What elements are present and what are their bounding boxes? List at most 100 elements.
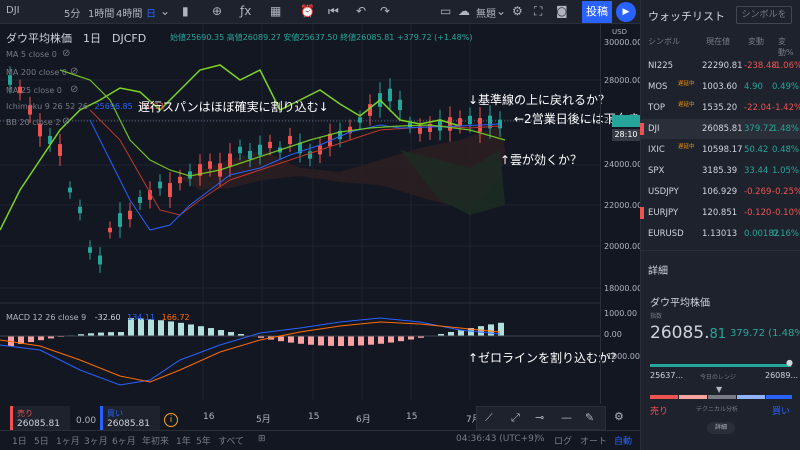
price-chart[interactable] — [0, 24, 640, 404]
flag-marker — [640, 123, 644, 135]
candle-body — [158, 181, 162, 189]
eye-hidden-icon[interactable]: ⊘ — [62, 48, 70, 59]
annotation-lagging-span: 遅行スパンはほぼ確実に割り込む↓ — [138, 100, 329, 114]
replay-icon[interactable]: ⏮ — [328, 4, 339, 19]
macd-legend: MACD 12 26 close 9 -32.60 134.11 166.72 — [6, 313, 190, 322]
fullscreen-icon[interactable]: ⛶ — [534, 4, 542, 19]
candle-style-icon[interactable]: ▮ — [182, 4, 189, 18]
axis-settings-icon[interactable]: ⚙ — [614, 410, 624, 423]
percent-toggle[interactable]: % — [536, 434, 545, 444]
candle-body — [58, 144, 62, 156]
tech-buy-label: 買い — [772, 407, 791, 417]
range-all[interactable]: すべて — [218, 434, 244, 447]
range-5d[interactable]: 5日 — [34, 434, 49, 447]
range-1y[interactable]: 1年 — [176, 434, 191, 447]
pen-icon[interactable]: ✎ — [585, 411, 594, 424]
auto-scale-toggle[interactable]: 自動 — [614, 434, 632, 447]
macd-label: MACD 12 26 close 9 — [6, 313, 87, 322]
col-change[interactable]: 変動 — [748, 36, 764, 47]
indicators-icon[interactable]: ƒx — [240, 4, 251, 18]
range-5y[interactable]: 5年 — [196, 434, 211, 447]
layout-icon[interactable]: ▭ — [440, 4, 451, 18]
watchlist-change: 4.90 — [744, 82, 763, 92]
indicator-ma5[interactable]: MA 5 close 0 — [6, 50, 57, 59]
tech-analysis-label[interactable]: テクニカル分析 — [696, 404, 738, 413]
interval-4h[interactable]: 4時間 — [116, 5, 142, 20]
col-change-pct[interactable]: 変動% — [778, 36, 800, 58]
y-tick: 24000.00 — [604, 160, 643, 169]
buy-button[interactable]: 買い 26085.81 — [100, 406, 160, 432]
macd-histogram-bar — [278, 336, 284, 342]
macd-histogram-bar — [368, 336, 374, 345]
watchlist-row[interactable]: MOS 1003.60 4.90 0.49% 遅延中 — [640, 77, 800, 97]
range-1m[interactable]: 1ヶ月 — [56, 434, 80, 447]
range-6m[interactable]: 6ヶ月 — [112, 434, 136, 447]
ray-icon[interactable]: ⤢ — [511, 411, 520, 425]
indicator-ma25[interactable]: MA 25 close 0 — [6, 86, 62, 95]
watchlist-row[interactable]: EURJPY 120.851 -0.120 -0.10% — [640, 203, 800, 223]
undo-icon[interactable]: ↶ — [356, 4, 366, 18]
chevron-down-icon[interactable]: ⌄ — [496, 4, 506, 18]
watchlist-symbol: TOP — [648, 103, 666, 113]
alert-icon[interactable]: ⏰ — [300, 4, 315, 18]
macd-tick: 0.00 — [604, 330, 622, 339]
log-toggle[interactable]: ログ — [554, 434, 572, 447]
watchlist-row[interactable]: IXIC 10598.17 50.42 0.48% 遅延中 — [640, 140, 800, 160]
template-icon[interactable]: ▦ — [270, 4, 281, 18]
settings-gear-icon[interactable]: ⚙ — [512, 4, 523, 18]
macd-histogram-bar — [478, 326, 484, 336]
range-ytd[interactable]: 年初来 — [142, 434, 169, 447]
watchlist-row[interactable]: NI225 22290.81 -238.48 -1.06% — [640, 56, 800, 76]
interval-1h[interactable]: 1時間 — [88, 5, 114, 20]
candle-body — [268, 141, 272, 149]
detail-type: 指数 — [650, 313, 663, 320]
post-button[interactable]: 投稿 — [582, 1, 612, 23]
interval-5m[interactable]: 5分 — [64, 5, 80, 20]
indicator-bb[interactable]: BB 20 close 2 — [6, 118, 60, 127]
layout-name[interactable]: 無題 — [476, 5, 496, 20]
horizontal-line-icon[interactable]: — — [561, 411, 572, 424]
trend-line-icon[interactable]: ⟋ — [485, 411, 493, 425]
compare-icon[interactable]: ⊕ — [212, 4, 222, 18]
watchlist-change: -0.120 — [744, 208, 772, 218]
camera-icon[interactable]: ◙ — [556, 4, 568, 18]
watchlist-change-pct: 1.05% — [772, 166, 800, 176]
col-price[interactable]: 現在値 — [706, 36, 730, 47]
add-symbol-input[interactable]: シンボルを — [736, 6, 792, 24]
clock-time: 04:36:43 (UTC+9) — [456, 434, 538, 444]
eye-hidden-icon[interactable]: ⊘ — [70, 66, 78, 77]
detail-more-button[interactable]: 詳細 — [707, 422, 735, 434]
watchlist-row[interactable]: USDJPY 106.929 -0.269 -0.25% — [640, 182, 800, 202]
watchlist-row[interactable]: SPX 3185.39 33.44 1.05% — [640, 161, 800, 181]
flag-marker — [640, 207, 644, 219]
watchlist-row[interactable]: DJI 26085.81 379.72 1.48% — [640, 119, 800, 139]
watchlist-title[interactable]: ウォッチリスト — [648, 8, 725, 24]
indicator-ma200[interactable]: MA 200 close 0 — [6, 68, 67, 77]
chevron-down-icon[interactable]: ⌄ — [160, 4, 170, 18]
macd-histogram-bar — [168, 321, 174, 336]
eye-hidden-icon[interactable]: ⊘ — [62, 116, 70, 127]
symbol-search[interactable]: DJI — [6, 5, 20, 16]
watchlist-row[interactable]: TOP 1535.20 -22.04 -1.42% 遅延中 — [640, 98, 800, 118]
col-symbol[interactable]: シンボル — [648, 36, 680, 47]
cloud-icon[interactable]: ☁ — [458, 4, 470, 18]
delayed-badge: 遅延中 — [678, 81, 695, 87]
info-icon[interactable]: i — [164, 413, 178, 427]
auto-toggle[interactable]: オート — [580, 434, 607, 447]
range-3m[interactable]: 3ヶ月 — [84, 434, 108, 447]
macd-histogram-bar — [108, 332, 114, 336]
candle-body — [138, 197, 142, 203]
tech-bar-sell — [679, 395, 707, 399]
interval-1d[interactable]: 日 — [146, 5, 156, 20]
macd-histogram-bar — [458, 329, 464, 336]
watchlist-row[interactable]: EURUSD 1.13013 0.00182 0.16% — [640, 224, 800, 244]
eye-hidden-icon[interactable]: ⊘ — [70, 84, 78, 95]
play-icon[interactable]: ▶ — [616, 2, 636, 22]
redo-icon[interactable]: ↷ — [380, 4, 390, 18]
horizontal-ray-icon[interactable]: ⊸ — [535, 411, 544, 424]
date-range-icon[interactable]: ⊞ — [258, 434, 266, 444]
tech-bar-neutral — [708, 395, 736, 399]
macd-histogram-bar — [388, 336, 394, 343]
range-1d[interactable]: 1日 — [12, 434, 27, 447]
sell-button[interactable]: 売り 26085.81 — [10, 406, 70, 432]
